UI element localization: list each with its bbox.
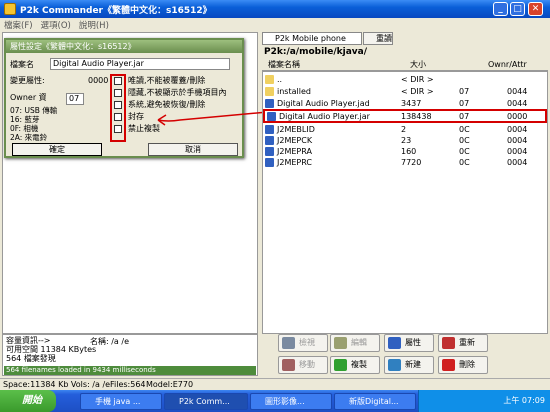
list-item[interactable]: J2MEPRA 160 0C 0004 (263, 146, 547, 157)
header-size[interactable]: 大小 (410, 58, 426, 71)
hidden-checkbox[interactable] (114, 89, 122, 97)
list-item-selected[interactable]: Digital Audio Player.jar 138438 07 0000 (263, 109, 547, 123)
hidden-label: 隱藏,不被顯示於手機項目內 (128, 88, 227, 97)
file-name-label: 檔案名 (10, 60, 34, 69)
list-item[interactable]: .. < DIR > (263, 74, 547, 85)
up-folder-icon (265, 75, 274, 84)
file-icon (267, 112, 276, 121)
power-icon (442, 337, 455, 349)
task-images[interactable]: 圖形影像... (250, 393, 332, 410)
status-space: Space:11384 Kb Vols: /a /e (3, 380, 111, 389)
move-button[interactable]: 移動 (278, 356, 328, 374)
readonly-checkbox[interactable] (114, 77, 122, 85)
close-button[interactable]: ✕ (528, 2, 543, 16)
refresh-button[interactable]: 重讀 (363, 32, 393, 45)
restart-button[interactable]: 重新 (438, 334, 488, 352)
dialog-title: 屬性設定《繁體中文化：s16512》 (6, 40, 242, 53)
properties-icon (388, 337, 401, 349)
task-java[interactable]: 手機 java ... (80, 393, 162, 410)
owner-label: Owner 資 (10, 93, 47, 102)
list-item[interactable]: J2MEPCK 23 0C 0004 (263, 135, 547, 146)
volume-name: 名稱: /a /e (90, 337, 129, 346)
task-p2k[interactable]: P2k Comm... (164, 393, 248, 410)
properties-button[interactable]: 屬性 (384, 334, 434, 352)
window-title: P2k Commander《繁體中文化：s16512》 (20, 5, 212, 16)
edit-button[interactable]: 編輯 (330, 334, 380, 352)
copy-button[interactable]: 複製 (330, 356, 380, 374)
view-button[interactable]: 檢視 (278, 334, 328, 352)
task-digital[interactable]: 新版Digital... (334, 393, 416, 410)
owner-notes: 07: USB 傳輸 16: 藍芽 0F: 相機 2A: 來電鈴 (10, 106, 58, 142)
clock[interactable]: 上午 07:09 (494, 390, 548, 412)
file-list-header: 檔案名稱 大小 Ownr/Attr (262, 58, 548, 71)
taskbar: 開始 手機 java ... P2k Comm... 圖形影像... 新版Dig… (0, 390, 550, 412)
ok-button[interactable]: 確定 (12, 143, 102, 156)
file-name-field[interactable]: Digital Audio Player.jar (50, 58, 230, 70)
maximize-button[interactable]: □ (510, 2, 525, 16)
delete-button[interactable]: 刪除 (438, 356, 488, 374)
move-arrow-icon (282, 359, 295, 371)
menu-bar: 檔案(F) 選項(O) 說明(H) (0, 18, 550, 31)
status-bar: Space:11384 Kb Vols: /a /e Files:564 Mod… (0, 378, 550, 390)
app-icon (4, 3, 16, 15)
delete-icon (442, 359, 455, 371)
menu-file[interactable]: 檔案(F) (4, 19, 33, 31)
file-icon (265, 99, 274, 108)
list-item[interactable]: J2MEBLID 2 0C 0004 (263, 124, 547, 135)
archive-label: 封存 (128, 112, 144, 121)
current-path: P2k:/a/mobile/kjava/ (264, 47, 368, 57)
status-model: Model:E770 (146, 380, 194, 389)
file-icon (265, 147, 274, 156)
cancel-button[interactable]: 取消 (148, 143, 238, 156)
annotation-arrow (157, 111, 269, 126)
window-title-bar: P2k Commander《繁體中文化：s16512》 (0, 0, 550, 18)
owner-field[interactable]: 07 (66, 93, 84, 105)
view-icon (282, 337, 295, 349)
attr-label: 變更屬性: (10, 76, 45, 85)
header-name[interactable]: 檔案名稱 (268, 58, 300, 71)
drive-select[interactable]: P2k Mobile phone (262, 32, 362, 45)
file-list[interactable]: .. < DIR > installed < DIR > 07 0044 Dig… (262, 71, 548, 334)
attr-value: 0000 (88, 76, 109, 85)
header-owner-attr[interactable]: Ownr/Attr (488, 58, 527, 71)
new-file-icon (388, 359, 401, 371)
attributes-dialog: 屬性設定《繁體中文化：s16512》 檔案名 Digital Audio Pla… (4, 38, 244, 158)
list-item[interactable]: installed < DIR > 07 0044 (263, 86, 547, 97)
file-icon (265, 158, 274, 167)
menu-options[interactable]: 選項(O) (41, 19, 71, 31)
readonly-label: 唯讀,不能被覆蓋/刪除 (128, 76, 206, 85)
file-icon (265, 136, 274, 145)
edit-icon (334, 337, 347, 349)
folder-icon (265, 87, 274, 96)
minimize-button[interactable]: _ (493, 2, 508, 16)
menu-help[interactable]: 說明(H) (79, 19, 109, 31)
status-files: Files:564 (110, 380, 146, 389)
list-item[interactable]: J2MEPRC 7720 0C 0004 (263, 157, 547, 168)
start-button[interactable]: 開始 (0, 390, 56, 412)
system-checkbox[interactable] (114, 101, 122, 109)
new-button[interactable]: 新建 (384, 356, 434, 374)
archive-checkbox[interactable] (114, 113, 122, 121)
file-icon (265, 125, 274, 134)
load-status: 564 filenames loaded in 9434 millisecond… (4, 366, 256, 375)
list-item[interactable]: Digital Audio Player.jad 3437 07 0044 (263, 98, 547, 109)
nocopy-checkbox[interactable] (114, 125, 122, 133)
copy-arrow-icon (334, 359, 347, 371)
